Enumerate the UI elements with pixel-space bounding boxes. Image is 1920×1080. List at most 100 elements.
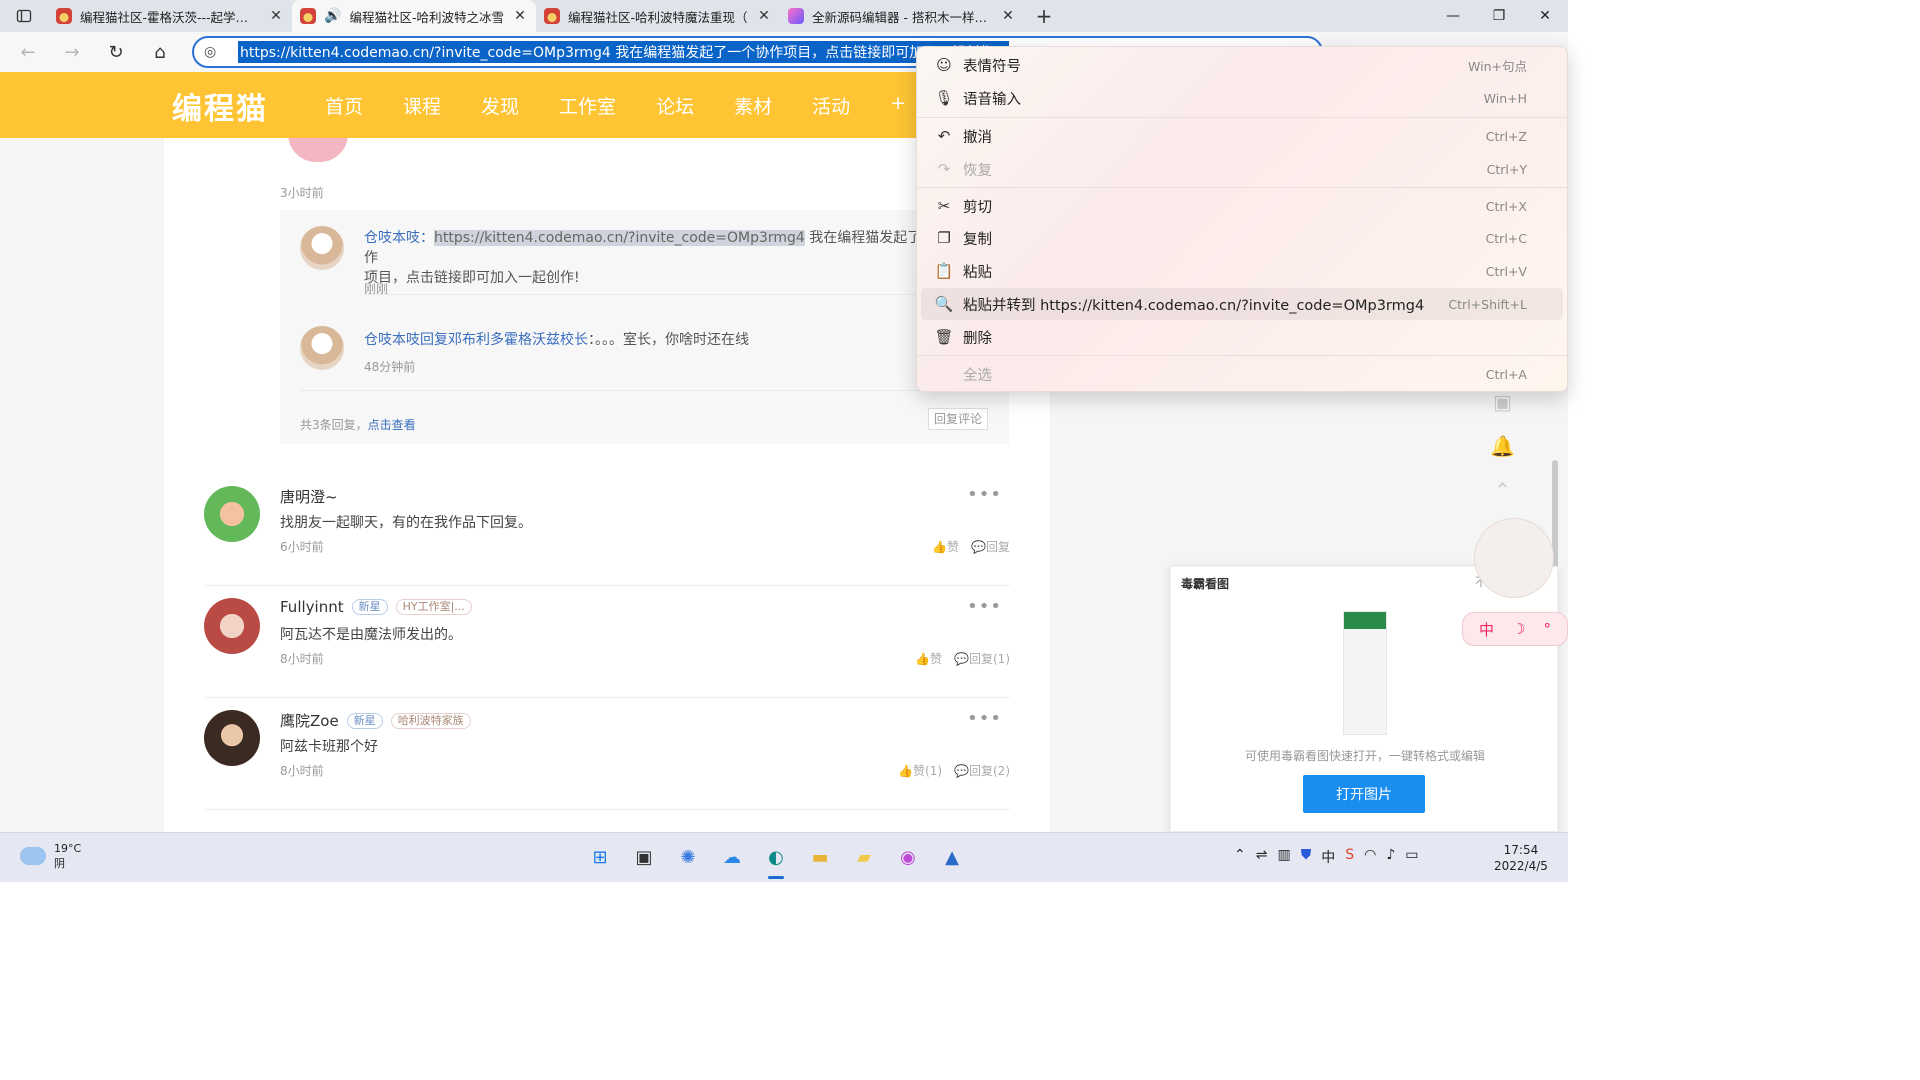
comment-time: 3小时前	[280, 186, 324, 200]
speaker-icon[interactable]: 🔊	[324, 8, 341, 24]
author-name[interactable]: 唐明澄~	[280, 486, 338, 507]
notification-bell-icon[interactable]: 🔔	[1490, 434, 1515, 458]
paste-icon: 📋	[934, 262, 954, 280]
more-options-icon[interactable]: •••	[967, 708, 1002, 729]
avatar[interactable]	[204, 710, 260, 766]
mascot-widget[interactable]: 中 ☽ °	[1462, 512, 1568, 648]
back-to-top-icon[interactable]: ⌃	[1494, 478, 1511, 502]
open-image-button[interactable]: 打开图片	[1303, 775, 1425, 813]
refresh-button[interactable]: ↻	[94, 36, 138, 68]
photos-icon[interactable]: ▲	[936, 841, 968, 873]
browser-tab-4[interactable]: 全新源码编辑器 - 搭积木一样有趣 ✕	[780, 0, 1024, 32]
weather-widget[interactable]: 19°C 阴	[20, 841, 81, 871]
clock[interactable]: 17:54 2022/4/5	[1494, 842, 1548, 874]
nav-studio[interactable]: 工作室	[539, 92, 636, 119]
family-badge[interactable]: 哈利波特家族	[390, 712, 471, 729]
nav-courses[interactable]: 课程	[383, 92, 461, 119]
wifi-icon[interactable]: ◠	[1364, 847, 1376, 867]
menu-item-paste[interactable]: 📋 粘贴 Ctrl+V	[921, 255, 1563, 287]
invite-link[interactable]: https://kitten4.codemao.cn/?invite_code=…	[434, 230, 805, 246]
site-logo[interactable]: 编程猫	[172, 84, 268, 128]
avatar[interactable]	[300, 326, 344, 370]
address-url-text[interactable]: https://kitten4.codemao.cn/?invite_code=…	[238, 41, 1010, 63]
menu-label: 撤消	[963, 129, 992, 146]
close-tab-icon[interactable]: ✕	[512, 8, 528, 24]
ime-icon[interactable]: 中	[1321, 847, 1335, 867]
file-explorer-icon[interactable]: ▬	[804, 841, 836, 873]
like-button[interactable]: 👍赞	[915, 650, 942, 667]
avatar[interactable]	[300, 226, 344, 270]
source-editor-favicon-icon	[788, 8, 804, 24]
battery-icon[interactable]: ▭	[1405, 847, 1418, 867]
browser-tab-2[interactable]: 🔊 编程猫社区-哈利波特之冰雪 ✕	[292, 0, 536, 32]
volume-icon[interactable]: ♪	[1386, 847, 1395, 867]
tray-app-icon[interactable]: ⇌	[1256, 847, 1268, 867]
studio-badge[interactable]: HY工作室|...	[395, 599, 472, 615]
author-name[interactable]: 鹰院Zoe	[280, 710, 339, 731]
close-tab-icon[interactable]: ✕	[1000, 8, 1016, 24]
ime-status-bar[interactable]: 中 ☽ °	[1462, 612, 1568, 646]
more-options-icon[interactable]: •••	[967, 596, 1002, 617]
app-icon[interactable]: ✺	[672, 841, 704, 873]
like-label: 赞(1)	[913, 764, 943, 778]
source-editor-icon[interactable]: ◉	[892, 841, 924, 873]
like-button[interactable]: 👍赞	[932, 538, 959, 555]
reply-button[interactable]: 💬回复(2)	[954, 762, 1010, 779]
nav-discover[interactable]: 发现	[461, 92, 539, 119]
onedrive-icon[interactable]: ☁	[716, 841, 748, 873]
emoji-icon: ☺	[936, 56, 952, 74]
like-button[interactable]: 👍赞(1)	[898, 762, 942, 779]
nav-materials[interactable]: 素材	[714, 92, 792, 119]
browser-tab-3[interactable]: 编程猫社区-哈利波特魔法重现（ ✕	[536, 0, 780, 32]
menu-shortcut: Ctrl+V	[1485, 263, 1527, 279]
reply-comment-button[interactable]: 回复评论	[928, 408, 988, 430]
forward-button[interactable]: →	[50, 36, 94, 68]
browser-tab-1[interactable]: 编程猫社区-霍格沃茨---起学编程 ✕	[48, 0, 292, 32]
reply-button[interactable]: 💬回复(1)	[954, 650, 1010, 667]
sogou-icon[interactable]: S	[1345, 847, 1354, 867]
viewer-title: 毒霸看图	[1181, 577, 1230, 591]
view-replies-link[interactable]: 点击查看	[368, 418, 416, 432]
menu-item-emoji[interactable]: ☺ 表情符号 Win+句点	[921, 49, 1563, 81]
close-tab-icon[interactable]: ✕	[756, 8, 772, 24]
minimize-button[interactable]: —	[1430, 0, 1476, 32]
home-button[interactable]: ⌂	[138, 36, 182, 68]
task-view-icon[interactable]: ▣	[628, 841, 660, 873]
menu-item-delete[interactable]: 🗑 删除	[921, 321, 1563, 353]
back-button[interactable]: ←	[6, 36, 50, 68]
menu-shortcut: Ctrl+Shift+L	[1448, 296, 1527, 312]
tab-actions-button[interactable]	[0, 0, 48, 32]
site-nav: 首页 课程 发现 工作室 论坛 素材 活动 +	[305, 92, 926, 119]
edge-icon[interactable]: ◐	[760, 841, 792, 879]
reply-author-link[interactable]: 仓吱本吱	[364, 230, 420, 246]
chevron-up-icon[interactable]: ⌃	[1234, 847, 1246, 867]
nav-forum[interactable]: 论坛	[636, 92, 714, 119]
reply-author-link[interactable]: 仓吱本吱回复邓布利多霍格沃兹校长	[364, 332, 588, 348]
close-window-button[interactable]: ✕	[1522, 0, 1568, 32]
window-controls: — ❐ ✕	[1430, 0, 1568, 32]
avatar[interactable]	[204, 486, 260, 542]
author-name[interactable]: Fullyinnt	[280, 598, 344, 616]
nav-home[interactable]: 首页	[305, 92, 383, 119]
menu-item-voice-input[interactable]: 🎙 语音输入 Win+H	[921, 82, 1563, 114]
save-icon[interactable]: ▣	[1493, 390, 1512, 414]
avatar[interactable]	[204, 598, 260, 654]
tray-app-icon[interactable]: ▥	[1277, 847, 1290, 867]
start-button[interactable]: ⊞	[584, 841, 616, 873]
nav-events[interactable]: 活动	[792, 92, 870, 119]
menu-item-paste-and-go[interactable]: 🔍 粘贴并转到 https://kitten4.codemao.cn/?invi…	[921, 288, 1563, 320]
reply-button[interactable]: 💬回复	[971, 538, 1010, 555]
moon-icon[interactable]: ☽	[1512, 620, 1525, 638]
menu-item-cut[interactable]: ✂ 剪切 Ctrl+X	[921, 190, 1563, 222]
menu-item-copy[interactable]: ❐ 复制 Ctrl+C	[921, 222, 1563, 254]
shield-icon[interactable]: ⛊	[1301, 847, 1312, 867]
restore-button[interactable]: ❐	[1476, 0, 1522, 32]
menu-item-undo[interactable]: ↶ 撤消 Ctrl+Z	[921, 120, 1563, 152]
punctuation-icon[interactable]: °	[1543, 620, 1551, 638]
more-options-icon[interactable]: •••	[967, 484, 1002, 505]
folder-icon[interactable]: ▰	[848, 841, 880, 873]
close-tab-icon[interactable]: ✕	[268, 8, 284, 24]
ime-language-label[interactable]: 中	[1479, 619, 1494, 640]
new-tab-button[interactable]: +	[1024, 0, 1064, 32]
image-thumbnail[interactable]	[1343, 611, 1387, 735]
